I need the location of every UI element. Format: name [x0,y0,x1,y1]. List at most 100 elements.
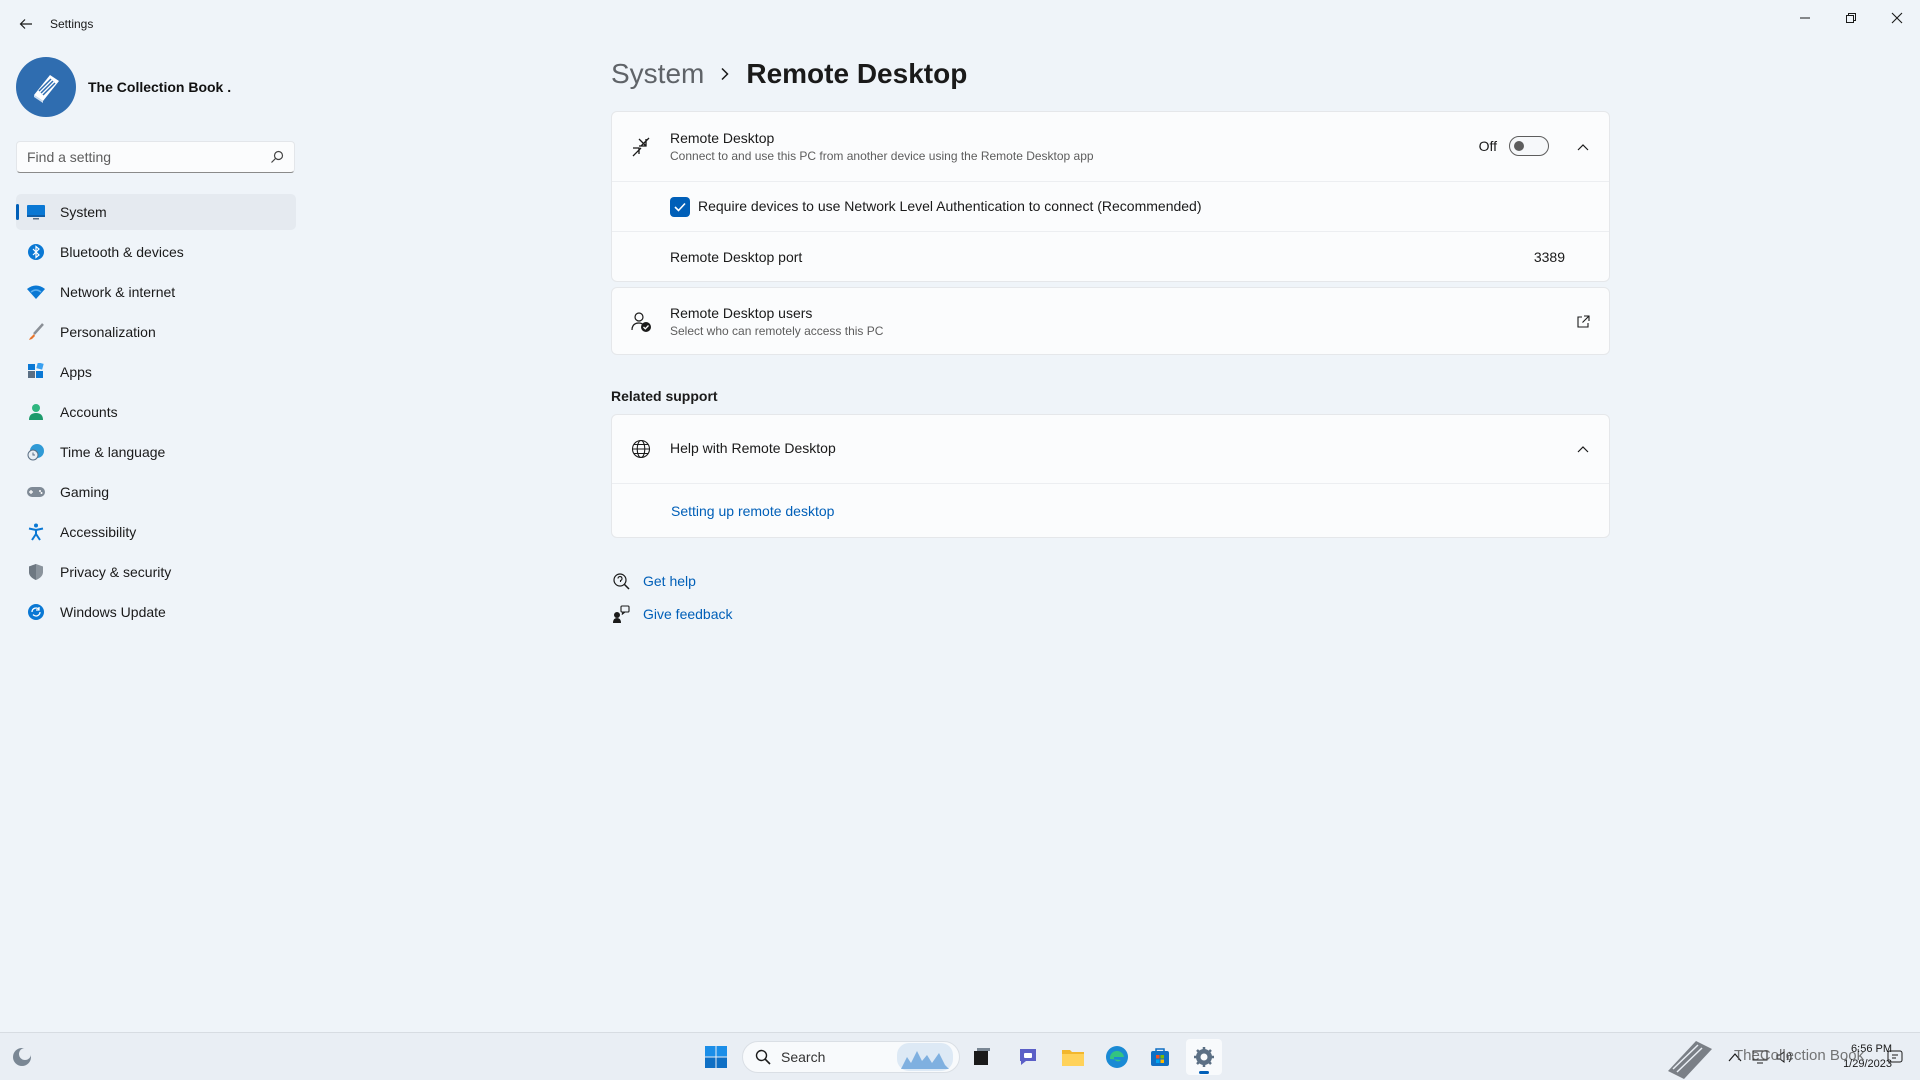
sidebar-item-label: System [60,204,107,220]
sidebar-item-apps[interactable]: Apps [16,354,296,390]
store-icon [1151,1048,1169,1066]
feedback-icon [611,604,631,624]
minimize-button[interactable] [1782,4,1828,32]
app-title: Settings [50,17,94,31]
file-explorer-button[interactable] [1055,1039,1091,1075]
remote-desktop-header-row[interactable]: Remote Desktop Connect to and use this P… [612,112,1609,181]
task-view-button[interactable] [964,1039,1000,1075]
breadcrumb: System Remote Desktop [611,52,967,96]
sidebar-item-label: Accessibility [60,524,137,540]
page-title: Remote Desktop [746,58,968,89]
get-help-icon [611,571,631,591]
wifi-icon [26,282,46,302]
accessibility-icon [26,522,46,542]
get-help-row[interactable]: Get help [611,571,696,591]
nla-row: Require devices to use Network Level Aut… [612,181,1609,231]
notifications-button[interactable] [1880,1039,1910,1075]
chat-icon [1020,1049,1036,1065]
user-profile[interactable]: The Collection Book . [16,56,231,118]
search-input[interactable] [27,149,270,165]
sidebar-item-label: Network & internet [60,284,176,300]
settings-search[interactable] [16,141,295,173]
help-header-row[interactable]: Help with Remote Desktop [612,415,1609,483]
setting-up-remote-desktop-link[interactable]: Setting up remote desktop [671,503,834,519]
store-button[interactable] [1142,1039,1178,1075]
port-row: Remote Desktop port 3389 [612,231,1609,282]
sidebar-item-label: Accounts [60,404,118,420]
search-icon [755,1049,771,1065]
close-button[interactable] [1874,4,1920,32]
help-title: Help with Remote Desktop [670,440,836,456]
avatar [16,57,76,117]
settings-taskbar-button[interactable] [1186,1039,1222,1075]
port-label: Remote Desktop port [670,249,803,265]
taskbar: Search TheCollection Book 6:56 PM 1/29/2… [0,1032,1920,1080]
user-check-icon [629,310,653,334]
give-feedback-link[interactable]: Give feedback [643,606,733,622]
help-card: Help with Remote Desktop Setting up remo… [611,414,1610,538]
windows-logo-icon [705,1046,727,1068]
book-icon [34,75,59,103]
teams-chat-button[interactable] [1010,1039,1046,1075]
widgets-button[interactable] [4,1039,40,1075]
give-feedback-row[interactable]: Give feedback [611,604,733,624]
back-arrow-icon [19,19,32,29]
sidebar-item-system[interactable]: System [16,194,296,230]
remote-desktop-toggle[interactable] [1509,136,1549,156]
nla-checkbox[interactable] [670,197,690,217]
search-highlight-icon [897,1043,953,1071]
title-bar: Settings [0,0,1920,48]
apps-icon [26,362,46,382]
help-link-row: Setting up remote desktop [612,483,1609,538]
gear-icon [1194,1047,1214,1067]
shield-icon [26,562,46,582]
notification-icon [1887,1050,1903,1063]
sidebar-item-label: Windows Update [60,604,166,620]
sidebar-item-accounts[interactable]: Accounts [16,394,296,430]
sidebar-item-gaming[interactable]: Gaming [16,474,296,510]
remote-desktop-subtitle: Connect to and use this PC from another … [670,149,1094,163]
globe-icon [629,437,653,461]
sidebar-item-time-language[interactable]: Time & language [16,434,296,470]
clock-globe-icon [26,442,46,462]
remote-desktop-toggle-group: Off [1479,136,1549,156]
sidebar-item-personalization[interactable]: Personalization [16,314,296,350]
breadcrumb-parent[interactable]: System [611,58,704,90]
search-icon[interactable] [270,150,284,164]
sidebar-item-label: Personalization [60,324,156,340]
get-help-link[interactable]: Get help [643,573,696,589]
sidebar-item-network[interactable]: Network & internet [16,274,296,310]
chevron-up-icon[interactable] [1573,439,1593,459]
back-button[interactable] [14,12,38,36]
sidebar-item-label: Gaming [60,484,110,500]
sidebar-item-privacy-security[interactable]: Privacy & security [16,554,296,590]
sidebar-item-bluetooth[interactable]: Bluetooth & devices [16,234,296,270]
restore-button[interactable] [1828,4,1874,32]
minimize-icon [1800,17,1810,19]
toggle-state-label: Off [1478,138,1497,154]
person-icon [26,402,46,422]
checkmark-icon [674,202,686,212]
update-icon [26,602,46,622]
edge-button[interactable] [1099,1039,1135,1075]
sidebar-item-label: Bluetooth & devices [60,244,184,260]
brush-icon [26,322,46,342]
remote-desktop-users-card[interactable]: Remote Desktop users Select who can remo… [611,287,1610,355]
start-button[interactable] [698,1039,734,1075]
open-external-icon[interactable] [1573,312,1593,332]
close-icon [1891,12,1903,24]
remote-desktop-card: Remote Desktop Connect to and use this P… [611,111,1610,282]
chevron-right-icon [720,67,730,81]
users-title: Remote Desktop users [670,305,813,321]
sidebar-item-label: Time & language [60,444,166,460]
restore-icon [1846,13,1856,23]
sidebar-item-windows-update[interactable]: Windows Update [16,594,296,630]
task-view-icon [974,1048,990,1065]
edge-icon [1106,1046,1128,1068]
sidebar-item-label: Apps [60,364,92,380]
sidebar-nav: System Bluetooth & devices Network & int… [16,194,296,634]
chevron-up-icon[interactable] [1573,137,1593,157]
toggle-knob [1514,141,1524,151]
sidebar-item-accessibility[interactable]: Accessibility [16,514,296,550]
taskbar-search[interactable]: Search [742,1041,960,1073]
